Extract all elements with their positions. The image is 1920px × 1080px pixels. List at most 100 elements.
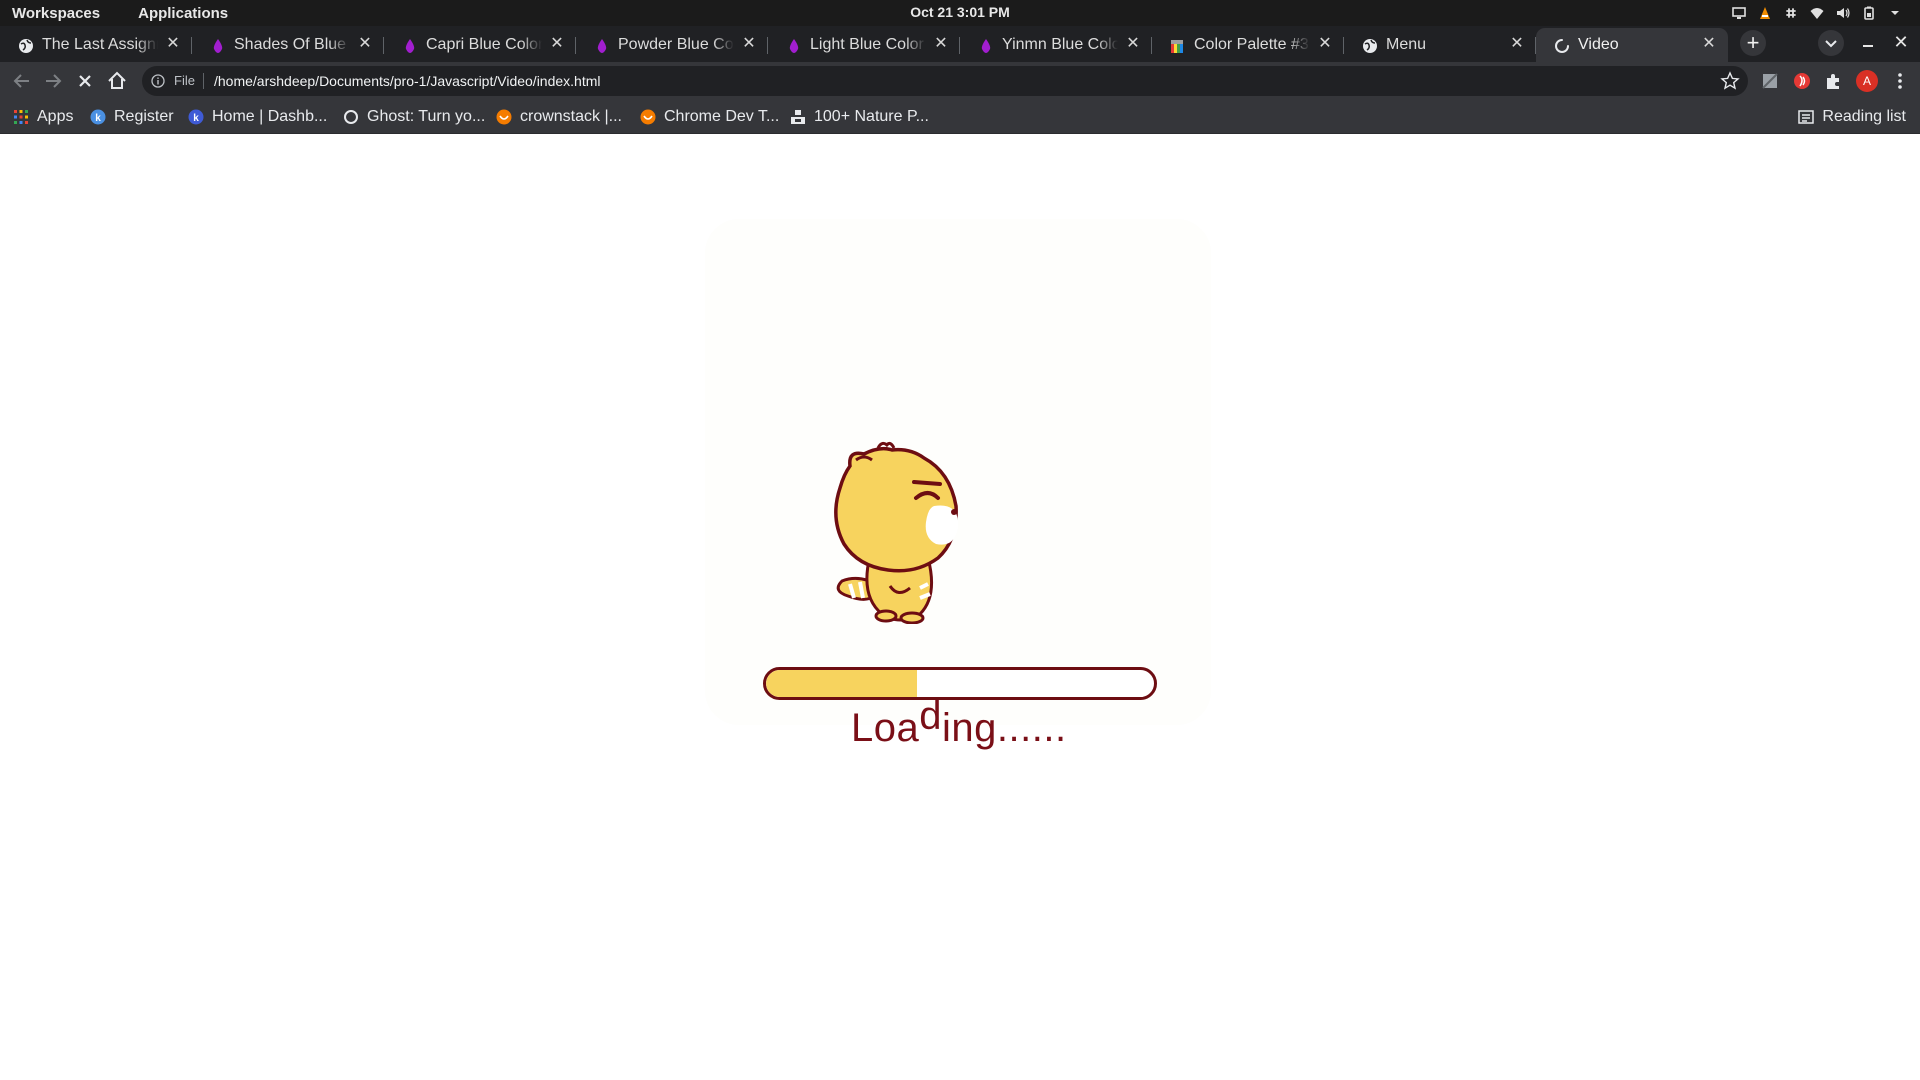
loading-text-part: ing...... (942, 706, 1067, 750)
close-icon[interactable]: ✕ (740, 35, 758, 53)
reading-list-label: Reading list (1822, 108, 1906, 125)
close-icon[interactable]: ✕ (1700, 35, 1718, 53)
cat-mascot-image (834, 441, 959, 624)
loading-progress-bar (763, 667, 1157, 700)
bookmark-label: 100+ Nature P... (814, 108, 929, 125)
bookmark-home-dashboard[interactable]: k Home | Dashb... (188, 100, 327, 134)
purple-drop-icon (789, 39, 799, 53)
tab-title: Capri Blue Color Hex (426, 36, 542, 53)
extension-screenshot-icon[interactable] (1760, 71, 1780, 91)
chevron-down-icon[interactable] (1888, 6, 1902, 20)
clock[interactable]: Oct 21 3:01 PM (0, 4, 1920, 20)
stop-loading-icon[interactable] (72, 68, 98, 94)
tab-shades-of-blue[interactable]: Shades Of Blue Color ✕ (192, 28, 384, 62)
tab-menu[interactable]: Menu ✕ (1344, 28, 1536, 62)
os-top-bar: Workspaces Applications Oct 21 3:01 PM (0, 0, 1920, 26)
close-icon[interactable]: ✕ (1316, 35, 1334, 53)
slack-icon[interactable] (1784, 6, 1798, 20)
tab-title: Video (1578, 36, 1619, 53)
tab-search-button[interactable] (1818, 30, 1844, 56)
tab-the-last-assignment[interactable]: The Last Assignment ✕ (0, 28, 192, 62)
bookmark-register[interactable]: k Register (90, 100, 174, 134)
tab-yinmn-blue[interactable]: Yinmn Blue Color ✕ (960, 28, 1152, 62)
k-badge-icon: k (188, 109, 204, 125)
bookmark-star-icon[interactable] (1720, 71, 1740, 91)
tab-capri-blue[interactable]: Capri Blue Color Hex ✕ (384, 28, 576, 62)
browser-toolbar: File /home/arshdeep/Documents/pro-1/Java… (0, 62, 1920, 100)
bookmarks-bar: Apps k Register k Home | Dashb... Ghost:… (0, 100, 1920, 134)
svg-text:k: k (193, 113, 199, 124)
bookmark-label: Home | Dashb... (212, 108, 328, 125)
loading-spinner-icon (1555, 39, 1569, 53)
purple-drop-icon (405, 39, 415, 53)
reading-list-icon (1798, 110, 1815, 124)
url-text[interactable]: /home/arshdeep/Documents/pro-1/Javascrip… (214, 73, 601, 89)
tab-light-blue[interactable]: Light Blue Color Hex ✕ (768, 28, 960, 62)
globe-icon (19, 39, 33, 53)
close-icon[interactable]: ✕ (1508, 35, 1526, 53)
display-icon[interactable] (1732, 6, 1746, 20)
tab-color-palette[interactable]: Color Palette #3521 ✕ (1152, 28, 1344, 62)
tab-title: Color Palette #3521 (1194, 36, 1310, 53)
bookmark-label: Apps (37, 108, 74, 125)
loading-text-raised-letter: d (919, 694, 942, 738)
purple-drop-icon (981, 39, 991, 53)
back-arrow-icon[interactable] (9, 68, 35, 94)
palette-icon (1171, 40, 1183, 53)
more-menu-icon[interactable] (1890, 71, 1910, 91)
purple-drop-icon (213, 39, 223, 53)
info-icon[interactable] (151, 74, 165, 88)
profile-avatar[interactable]: A (1856, 70, 1878, 92)
tab-title: Menu (1386, 36, 1427, 53)
bookmark-apps[interactable]: Apps (13, 100, 73, 134)
minimize-icon[interactable] (1858, 32, 1878, 52)
volume-icon[interactable] (1836, 6, 1850, 20)
close-icon[interactable]: ✕ (932, 35, 950, 53)
wifi-icon[interactable] (1810, 6, 1824, 20)
window-close-icon[interactable]: ✕ (1891, 32, 1911, 52)
url-scheme-label: File (174, 73, 195, 88)
tab-powder-blue[interactable]: Powder Blue Color ✕ (576, 28, 768, 62)
tab-title: Powder Blue Color (618, 36, 734, 53)
bookmark-label: Ghost: Turn yo... (367, 108, 486, 125)
tab-title: Light Blue Color Hex (810, 36, 926, 53)
new-tab-button[interactable]: + (1740, 30, 1766, 56)
system-tray (1732, 0, 1902, 26)
loading-text-part: Loa (851, 706, 920, 750)
purple-drop-icon (597, 39, 607, 53)
workspaces-menu[interactable]: Workspaces (12, 5, 100, 22)
apps-grid-icon (14, 110, 28, 124)
loading-text: Loading...... (851, 694, 1067, 751)
bookmark-label: crownstack |... (520, 108, 622, 125)
battery-icon[interactable] (1862, 6, 1876, 20)
ghost-icon (344, 110, 358, 124)
vlc-icon[interactable] (1758, 6, 1772, 20)
crown-icon (496, 109, 512, 125)
bookmark-nature-photos[interactable]: 100+ Nature P... (790, 100, 929, 134)
close-icon[interactable]: ✕ (164, 35, 182, 53)
k-badge-icon: k (90, 109, 106, 125)
close-icon[interactable]: ✕ (1124, 35, 1142, 53)
unsplash-icon (791, 110, 805, 124)
loading-progress-fill (766, 670, 918, 697)
bookmark-crownstack[interactable]: crownstack |... (496, 100, 622, 134)
reading-list-button[interactable]: Reading list (1798, 100, 1906, 134)
tab-title: The Last Assignment (42, 36, 158, 53)
bookmark-chrome-dev-tools[interactable]: Chrome Dev T... (640, 100, 779, 134)
applications-menu[interactable]: Applications (138, 5, 228, 22)
bookmark-label: Register (114, 108, 174, 125)
crown-icon (640, 109, 656, 125)
address-bar[interactable]: File /home/arshdeep/Documents/pro-1/Java… (142, 66, 1748, 96)
tab-title: Shades Of Blue Color (234, 36, 350, 53)
tab-strip: The Last Assignment ✕ Shades Of Blue Col… (0, 26, 1920, 62)
home-icon[interactable] (104, 68, 130, 94)
svg-text:k: k (95, 113, 101, 124)
extensions-puzzle-icon[interactable] (1823, 71, 1843, 91)
tab-video[interactable]: Video ✕ (1536, 28, 1728, 62)
forward-arrow-icon[interactable] (40, 68, 66, 94)
extension-red-icon[interactable] (1792, 71, 1812, 91)
close-icon[interactable]: ✕ (548, 35, 566, 53)
bookmark-ghost[interactable]: Ghost: Turn yo... (343, 100, 485, 134)
close-icon[interactable]: ✕ (356, 35, 374, 53)
tab-title: Yinmn Blue Color (1002, 36, 1118, 53)
